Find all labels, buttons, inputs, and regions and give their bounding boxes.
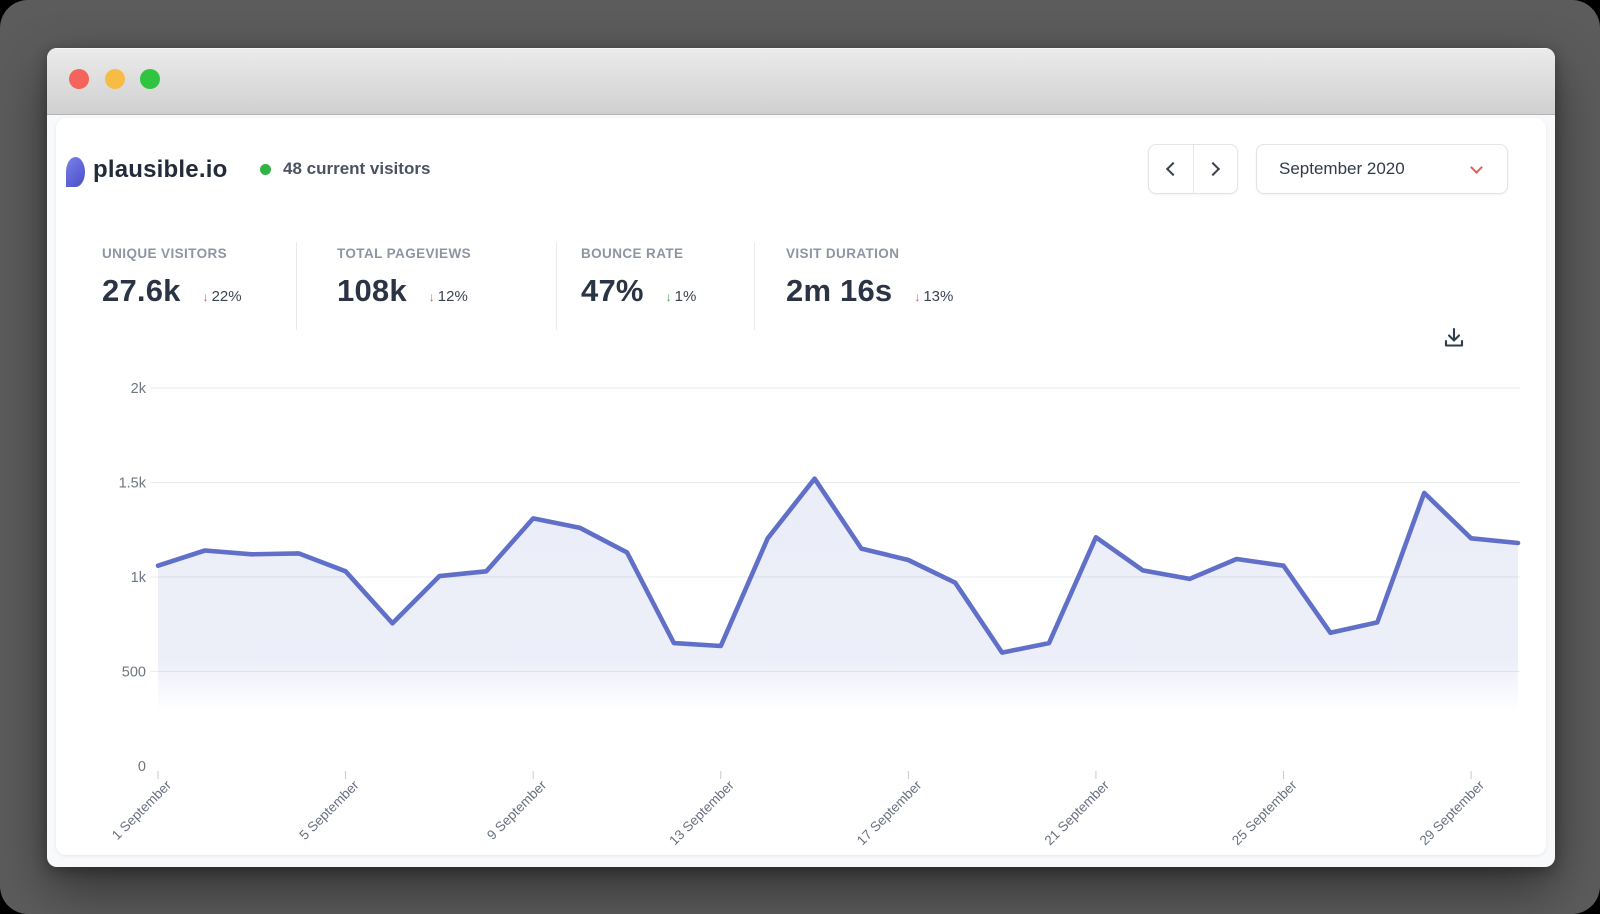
x-axis-label: 21 September <box>1041 777 1112 848</box>
minimize-window-button[interactable] <box>105 69 125 89</box>
x-axis-label: 17 September <box>854 777 925 848</box>
x-axis-label: 9 September <box>484 777 550 843</box>
y-axis-label: 1k <box>131 570 147 586</box>
window-titlebar <box>47 48 1555 115</box>
x-axis-label: 1 September <box>109 777 175 843</box>
chart-area-fill <box>158 479 1518 766</box>
x-axis-label: 13 September <box>666 777 737 848</box>
visitors-trend-chart: 0 500 1k 1.5k 2k 1 September 5 September 9 Sept… <box>56 118 1546 855</box>
x-axis-label: 5 September <box>296 777 362 843</box>
y-axis-label: 0 <box>138 759 146 775</box>
dashboard-card: plausible.io 48 current visitors Septemb… <box>56 118 1546 855</box>
close-window-button[interactable] <box>69 69 89 89</box>
y-axis-label: 2k <box>131 381 147 397</box>
x-axis-label: 29 September <box>1417 777 1488 848</box>
browser-window: plausible.io 48 current visitors Septemb… <box>47 48 1555 867</box>
x-axis-label: 25 September <box>1229 777 1300 848</box>
y-axis-label: 1.5k <box>119 476 147 492</box>
zoom-window-button[interactable] <box>140 69 160 89</box>
y-axis-label: 500 <box>122 665 146 681</box>
screenshot-frame: plausible.io 48 current visitors Septemb… <box>0 0 1600 914</box>
